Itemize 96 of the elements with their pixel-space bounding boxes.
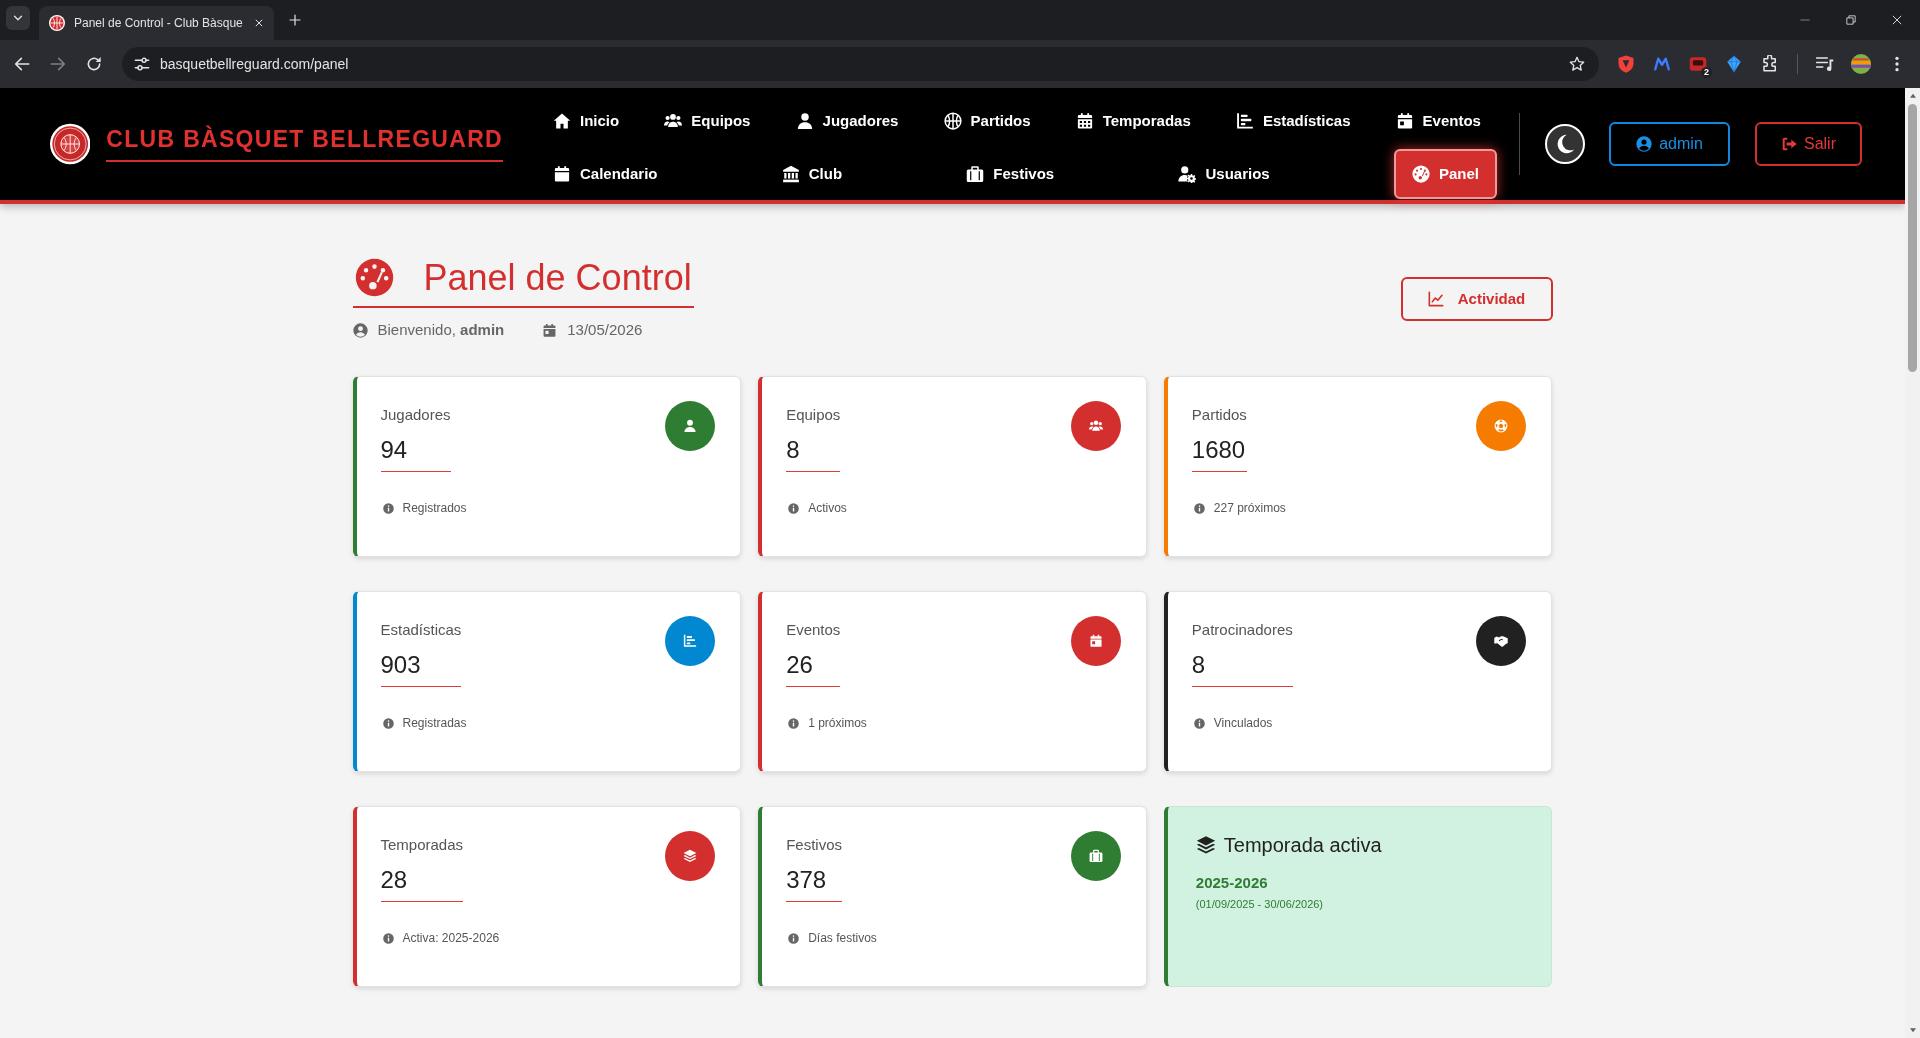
stat-label: Partidos xyxy=(1191,405,1247,426)
stat-note: Días festivos xyxy=(808,930,877,948)
user-gear-icon xyxy=(1178,164,1197,183)
info-icon xyxy=(382,502,394,514)
page-title: Panel de Control xyxy=(423,256,692,300)
season-name: 2025-2026 xyxy=(1195,873,1269,894)
scrollbar-thumb[interactable] xyxy=(1908,104,1917,372)
plus-icon[interactable] xyxy=(289,14,301,26)
zigzag-icon[interactable] xyxy=(1653,55,1671,73)
forward-icon[interactable] xyxy=(50,56,66,72)
badge-count: 2 xyxy=(1701,67,1712,78)
back-icon[interactable] xyxy=(14,56,30,72)
basketball-icon xyxy=(49,15,65,31)
info-icon xyxy=(788,502,800,514)
user-button[interactable]: admin xyxy=(1609,122,1730,166)
calendar-icon xyxy=(1075,112,1094,131)
restore-icon[interactable] xyxy=(1846,15,1856,25)
stat-label: Eventos xyxy=(786,620,841,641)
user-icon xyxy=(795,112,814,131)
info-icon xyxy=(1193,502,1205,514)
welcome-text: Bienvenido, admin xyxy=(377,320,505,341)
stat-note: 227 próximos xyxy=(1213,500,1286,518)
calendar-icon xyxy=(553,164,571,183)
nav-link[interactable]: Festivos xyxy=(966,156,1055,191)
stat-value: 28 xyxy=(380,865,409,895)
calendar-icon xyxy=(542,322,558,338)
theme-toggle-button[interactable] xyxy=(1545,124,1585,164)
info-icon xyxy=(788,717,800,729)
logout-icon xyxy=(1781,136,1797,152)
suitcase-icon xyxy=(966,164,985,183)
stat-label: Festivos xyxy=(786,835,842,856)
nav-link[interactable]: Club xyxy=(781,156,843,191)
activity-button[interactable]: Actividad xyxy=(1400,277,1553,321)
stat-value: 26 xyxy=(786,650,814,680)
date-text: 13/05/2026 xyxy=(567,320,643,341)
nav-link[interactable]: Calendario xyxy=(553,156,658,191)
brand-name[interactable]: CLUB BÀSQUET BELLREGUARD xyxy=(106,126,503,162)
gauge-icon xyxy=(1411,164,1430,183)
info-icon xyxy=(788,932,800,944)
info-icon xyxy=(1193,717,1205,729)
scroll-down-icon[interactable] xyxy=(1908,1026,1917,1034)
nav-link[interactable]: Estadísticas xyxy=(1235,104,1351,139)
playlist-icon[interactable] xyxy=(1816,55,1834,73)
reload-icon[interactable] xyxy=(86,56,102,72)
stat-note: Activos xyxy=(808,500,847,518)
box-icon[interactable] xyxy=(1689,55,1707,73)
basketball-icon xyxy=(943,112,962,131)
nav-link[interactable]: Partidos xyxy=(943,104,1031,139)
puzzle-icon[interactable] xyxy=(1761,55,1779,73)
info-icon xyxy=(382,932,394,944)
nav-link[interactable]: Usuarios xyxy=(1178,156,1270,191)
season-dates: (01/09/2025 - 30/06/2026) xyxy=(1195,897,1325,912)
nav-link[interactable]: Eventos xyxy=(1395,104,1481,139)
gauge-icon xyxy=(354,258,394,298)
close-icon[interactable] xyxy=(1892,15,1902,25)
tab-search-button[interactable] xyxy=(6,6,30,30)
season-card-title: Temporada activa xyxy=(1223,833,1382,858)
stat-label: Equipos xyxy=(786,405,841,426)
scroll-up-icon[interactable] xyxy=(1908,92,1917,100)
bar-chart-icon xyxy=(1235,112,1254,131)
stat-value: 8 xyxy=(786,435,801,465)
home-icon xyxy=(553,112,571,131)
nav-link[interactable]: Inicio xyxy=(553,104,620,139)
browser-tab[interactable]: Panel de Control - Club Bàsque xyxy=(39,6,274,40)
stat-label: Jugadores xyxy=(380,405,451,426)
calendar-icon xyxy=(1395,112,1414,131)
line-chart-icon xyxy=(1427,291,1444,307)
star-icon[interactable] xyxy=(1569,56,1585,72)
stat-note: 1 próximos xyxy=(808,715,867,733)
stat-value: 8 xyxy=(1191,650,1207,680)
nav-link[interactable]: Equipos xyxy=(664,104,751,139)
address-bar[interactable]: basquetbellreguard.com/panel xyxy=(122,47,1599,81)
shield-icon[interactable] xyxy=(1617,55,1635,73)
stat-value: 1680 xyxy=(1191,435,1247,465)
stat-label: Estadísticas xyxy=(380,620,462,641)
close-icon[interactable] xyxy=(254,18,264,28)
stat-note: Activa: 2025-2026 xyxy=(402,930,500,948)
avatar-icon[interactable] xyxy=(1851,54,1871,74)
stat-note: Registradas xyxy=(402,715,467,733)
stat-label: Temporadas xyxy=(380,835,464,856)
stat-note: Vinculados xyxy=(1213,715,1273,733)
stat-value: 903 xyxy=(380,650,422,680)
stat-note: Registrados xyxy=(402,500,467,518)
nav-link[interactable]: Temporadas xyxy=(1075,104,1191,139)
diamond-icon[interactable] xyxy=(1725,55,1743,73)
nav-link[interactable]: Jugadores xyxy=(795,104,899,139)
layers-icon xyxy=(1195,835,1216,856)
info-icon xyxy=(382,717,394,729)
stat-value: 378 xyxy=(786,865,828,895)
tune-icon[interactable] xyxy=(134,56,150,72)
stat-value: 94 xyxy=(380,435,409,465)
logout-button[interactable]: Salir xyxy=(1755,122,1862,166)
building-columns-icon xyxy=(781,164,800,183)
stat-label: Patrocinadores xyxy=(1191,620,1293,641)
moon-icon xyxy=(1555,134,1575,154)
nav-link[interactable]: Panel xyxy=(1393,148,1497,199)
